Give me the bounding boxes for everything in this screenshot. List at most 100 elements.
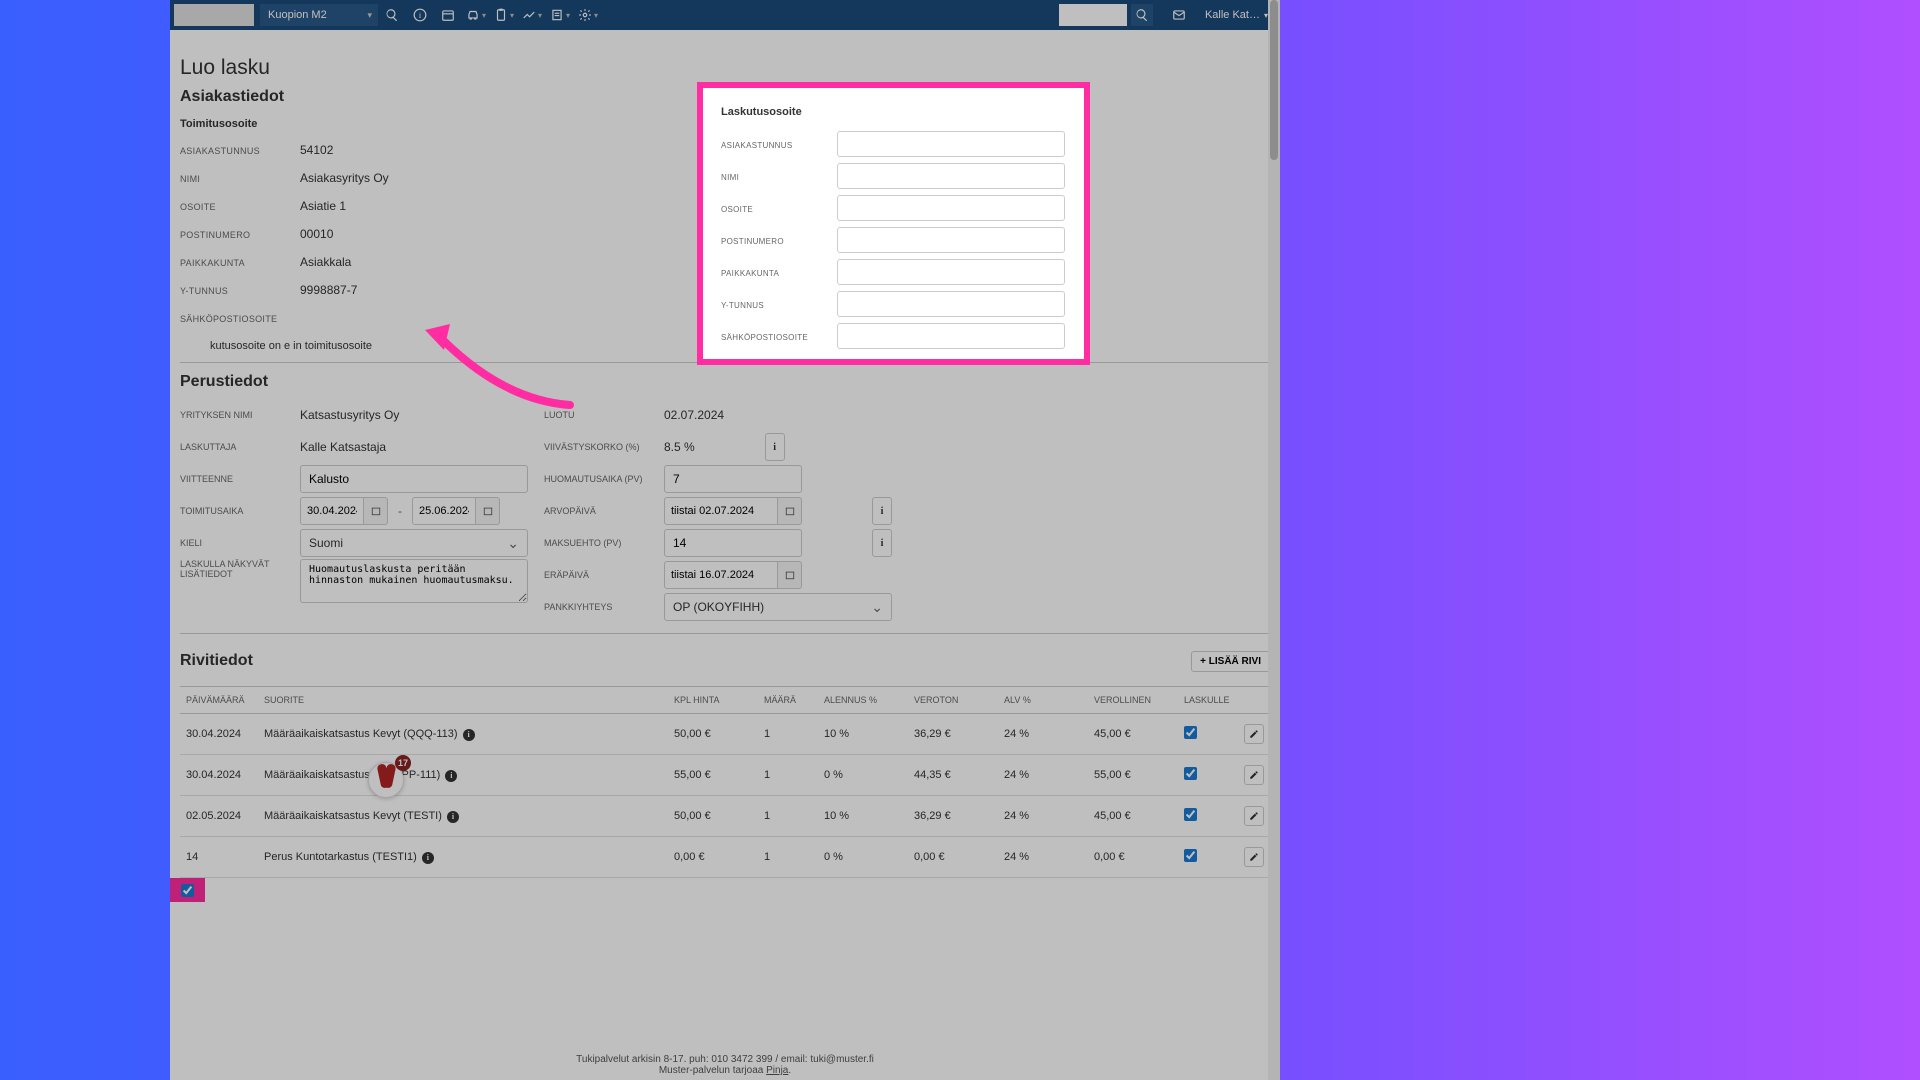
user-menu[interactable]: Kalle Kat… bbox=[1197, 9, 1276, 21]
billing-nimi-input[interactable] bbox=[837, 163, 1065, 189]
table-row: 14 Perus Kuntotarkastus (TESTI1) i 0,00 … bbox=[180, 837, 1270, 878]
row-laskulle-checkbox[interactable] bbox=[1184, 726, 1197, 739]
info-icon[interactable]: i bbox=[463, 729, 475, 741]
value-asiakastunnus: 54102 bbox=[300, 143, 333, 157]
cell-laskulle bbox=[1178, 837, 1238, 878]
calendar-icon[interactable] bbox=[778, 561, 802, 589]
info-button[interactable]: i bbox=[872, 497, 892, 525]
notification-widget[interactable]: 17 bbox=[368, 758, 408, 798]
value-osoite: Asiatie 1 bbox=[300, 199, 346, 213]
info-icon[interactable]: i bbox=[406, 0, 434, 30]
label-erapaiva: ERÄPÄIVÄ bbox=[544, 570, 664, 580]
label-pankkiyhteys: PANKKIYHTEYS bbox=[544, 602, 664, 612]
cell-suorite: Määräaikaiskatsastus O2 (PPP-111) i bbox=[258, 755, 668, 796]
top-navbar: Kuopion M2 i Kalle Kat… bbox=[170, 0, 1280, 30]
pankkiyhteys-select[interactable]: OP (OKOYFIHH) bbox=[664, 593, 892, 621]
toimitusosoite-subhead: Toimitusosoite bbox=[180, 118, 544, 130]
billing-same-checkbox-highlight bbox=[170, 878, 205, 902]
lisatiedot-textarea[interactable] bbox=[300, 559, 528, 603]
mail-icon[interactable] bbox=[1165, 0, 1193, 30]
label-lisatiedot: LASKULLA NÄKYVÄT LISÄTIEDOT bbox=[180, 559, 300, 579]
toimitus-alku-input[interactable] bbox=[300, 497, 364, 525]
clipboard-menu-icon[interactable] bbox=[490, 0, 518, 30]
calendar-icon[interactable] bbox=[476, 497, 500, 525]
cell-maara: 1 bbox=[758, 714, 818, 755]
cell-date: 30.04.2024 bbox=[180, 714, 258, 755]
value-laskuttaja: Kalle Katsastaja bbox=[300, 440, 386, 454]
billing-ytunnus-input[interactable] bbox=[837, 291, 1065, 317]
label-huomautusaika: HUOMAUTUSAIKA (PV) bbox=[544, 474, 664, 484]
cell-maara: 1 bbox=[758, 755, 818, 796]
cell-maara: 1 bbox=[758, 796, 818, 837]
edit-row-button[interactable] bbox=[1244, 806, 1264, 826]
huomautusaika-input[interactable] bbox=[664, 465, 802, 493]
info-button[interactable]: i bbox=[765, 433, 785, 461]
svg-text:i: i bbox=[419, 11, 422, 20]
billing-paikkakunta-input[interactable] bbox=[837, 259, 1065, 285]
value-viivastyskorko: 8.5 % bbox=[664, 440, 695, 454]
calendar-icon[interactable] bbox=[434, 0, 462, 30]
cell-date: 14 bbox=[180, 837, 258, 878]
cell-veroton: 0,00 € bbox=[908, 837, 998, 878]
cell-laskulle bbox=[1178, 714, 1238, 755]
row-laskulle-checkbox[interactable] bbox=[1184, 767, 1197, 780]
info-icon[interactable]: i bbox=[422, 852, 434, 864]
value-luotu: 02.07.2024 bbox=[664, 408, 724, 422]
gear-menu-icon[interactable] bbox=[574, 0, 602, 30]
calendar-icon[interactable] bbox=[364, 497, 388, 525]
billing-postinumero-input[interactable] bbox=[837, 227, 1065, 253]
info-button[interactable]: i bbox=[872, 529, 892, 557]
label-email: SÄHKÖPOSTIOSOITE bbox=[180, 312, 300, 324]
add-row-button[interactable]: + LISÄÄ RIVI bbox=[1191, 651, 1270, 672]
cell-verollinen: 55,00 € bbox=[1088, 755, 1178, 796]
edit-row-button[interactable] bbox=[1244, 724, 1264, 744]
date-separator: - bbox=[398, 504, 402, 518]
info-icon[interactable]: i bbox=[447, 811, 459, 823]
list-menu-icon[interactable] bbox=[546, 0, 574, 30]
th-veroton: VEROTON bbox=[908, 687, 998, 714]
cell-suorite: Määräaikaiskatsastus Kevyt (TESTI) i bbox=[258, 796, 668, 837]
info-icon[interactable]: i bbox=[445, 770, 457, 782]
billing-label-ytunnus: Y-TUNNUS bbox=[721, 299, 837, 310]
laskutusosoite-heading: Laskutusosoite bbox=[721, 106, 1066, 118]
cell-alv: 24 % bbox=[998, 755, 1088, 796]
station-dropdown[interactable]: Kuopion M2 bbox=[260, 4, 378, 26]
label-ytunnus: Y-TUNNUS bbox=[180, 284, 300, 296]
cell-laskulle bbox=[1178, 755, 1238, 796]
toimitus-loppu-input[interactable] bbox=[412, 497, 476, 525]
label-laskuttaja: LASKUTTAJA bbox=[180, 442, 300, 452]
cell-alv: 24 % bbox=[998, 796, 1088, 837]
billing-same-as-delivery-label: kutusosoite on e in toimitusosoite bbox=[210, 340, 372, 352]
calendar-icon[interactable] bbox=[778, 497, 802, 525]
billing-osoite-input[interactable] bbox=[837, 195, 1065, 221]
label-paikkakunta: PAIKKAKUNTA bbox=[180, 256, 300, 268]
chart-menu-icon[interactable] bbox=[518, 0, 546, 30]
row-laskulle-checkbox[interactable] bbox=[1184, 808, 1197, 821]
row-laskulle-checkbox[interactable] bbox=[1184, 849, 1197, 862]
maksuehto-input[interactable] bbox=[664, 529, 802, 557]
label-asiakastunnus: ASIAKASTUNNUS bbox=[180, 144, 300, 156]
cell-alennus: 0 % bbox=[818, 837, 908, 878]
kieli-select[interactable]: Suomi bbox=[300, 529, 528, 557]
section-perustiedot-title: Perustiedot bbox=[180, 373, 1270, 391]
global-search-button[interactable] bbox=[1131, 4, 1153, 26]
car-menu-icon[interactable] bbox=[462, 0, 490, 30]
cell-verollinen: 0,00 € bbox=[1088, 837, 1178, 878]
page-scrollbar[interactable] bbox=[1268, 0, 1280, 1080]
edit-row-button[interactable] bbox=[1244, 765, 1264, 785]
erapaiva-input[interactable] bbox=[664, 561, 778, 589]
edit-row-button[interactable] bbox=[1244, 847, 1264, 867]
arvopaiva-input[interactable] bbox=[664, 497, 778, 525]
billing-email-input[interactable] bbox=[837, 323, 1065, 349]
cell-alennus: 10 % bbox=[818, 796, 908, 837]
label-viitteenne: VIITTEENNE bbox=[180, 474, 300, 484]
viitteenne-input[interactable] bbox=[300, 465, 528, 493]
cell-kpl: 50,00 € bbox=[668, 796, 758, 837]
global-search-input[interactable] bbox=[1059, 4, 1127, 26]
rivitiedot-table: PÄIVÄMÄÄRÄ SUORITE KPL HINTA MÄÄRÄ ALENN… bbox=[180, 686, 1270, 878]
billing-same-as-delivery-checkbox[interactable] bbox=[181, 884, 194, 897]
billing-asiakastunnus-input[interactable] bbox=[837, 131, 1065, 157]
section-rivitiedot-title: Rivitiedot bbox=[180, 652, 253, 670]
billing-label-email: SÄHKÖPOSTIOSOITE bbox=[721, 331, 837, 342]
search-icon[interactable] bbox=[378, 0, 406, 30]
